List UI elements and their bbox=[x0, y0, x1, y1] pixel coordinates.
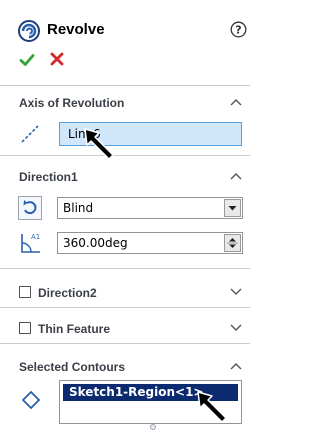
end-condition-select[interactable]: Blind bbox=[57, 197, 243, 219]
resize-handle[interactable] bbox=[150, 424, 156, 430]
header: Revolve ? bbox=[0, 0, 250, 86]
angle-input[interactable]: 360.00deg bbox=[57, 232, 243, 254]
thin-feature-header[interactable]: Thin Feature bbox=[0, 314, 250, 342]
thin-feature-checkbox[interactable] bbox=[19, 322, 31, 334]
section-title-direction1: Direction1 bbox=[19, 170, 78, 184]
close-icon[interactable] bbox=[50, 52, 64, 66]
chevron-down-icon[interactable] bbox=[229, 287, 243, 297]
axis-line-icon bbox=[21, 125, 39, 143]
help-icon[interactable]: ? bbox=[230, 21, 247, 38]
section-title-direction2: Direction2 bbox=[38, 286, 97, 300]
chevron-up-icon[interactable] bbox=[229, 97, 243, 107]
dropdown-button[interactable] bbox=[224, 199, 241, 217]
svg-text:A1: A1 bbox=[31, 233, 40, 241]
pointer-arrow-icon bbox=[197, 391, 227, 423]
direction1-header[interactable]: Direction1 bbox=[0, 162, 250, 190]
chevron-up-icon[interactable] bbox=[229, 171, 243, 181]
selected-contours-header[interactable]: Selected Contours bbox=[0, 352, 250, 380]
direction2-checkbox[interactable] bbox=[19, 286, 31, 298]
contour-item-label: Sketch1-Region<1> bbox=[69, 385, 204, 399]
angle-icon: A1 bbox=[21, 233, 40, 253]
end-condition-value: Blind bbox=[63, 201, 94, 215]
revolve-icon bbox=[18, 20, 40, 42]
chevron-down-icon bbox=[228, 206, 237, 211]
svg-text:?: ? bbox=[235, 24, 241, 37]
section-title-axis: Axis of Revolution bbox=[19, 96, 125, 110]
divider bbox=[0, 307, 250, 308]
checkmark-icon[interactable] bbox=[19, 52, 35, 68]
divider bbox=[0, 268, 250, 269]
panel-title: Revolve bbox=[47, 21, 105, 38]
divider bbox=[0, 343, 250, 344]
direction2-header[interactable]: Direction2 bbox=[0, 278, 250, 306]
spinner-arrows-icon bbox=[227, 238, 238, 248]
reverse-direction-button[interactable] bbox=[18, 196, 42, 220]
angle-value: 360.00deg bbox=[63, 236, 128, 250]
section-title-thin-feature: Thin Feature bbox=[38, 322, 111, 336]
pointer-arrow-icon bbox=[84, 128, 114, 160]
chevron-down-icon[interactable] bbox=[229, 323, 243, 333]
angle-spinner[interactable] bbox=[224, 234, 241, 252]
chevron-up-icon[interactable] bbox=[229, 361, 243, 371]
contour-icon bbox=[21, 390, 41, 410]
section-title-selected-contours: Selected Contours bbox=[19, 360, 126, 374]
divider bbox=[0, 155, 250, 156]
reverse-direction-icon bbox=[23, 200, 37, 215]
revolve-property-manager: Revolve ? Axis of Revolution Line6 Direc… bbox=[0, 0, 250, 444]
axis-of-revolution-header[interactable]: Axis of Revolution bbox=[0, 88, 250, 116]
